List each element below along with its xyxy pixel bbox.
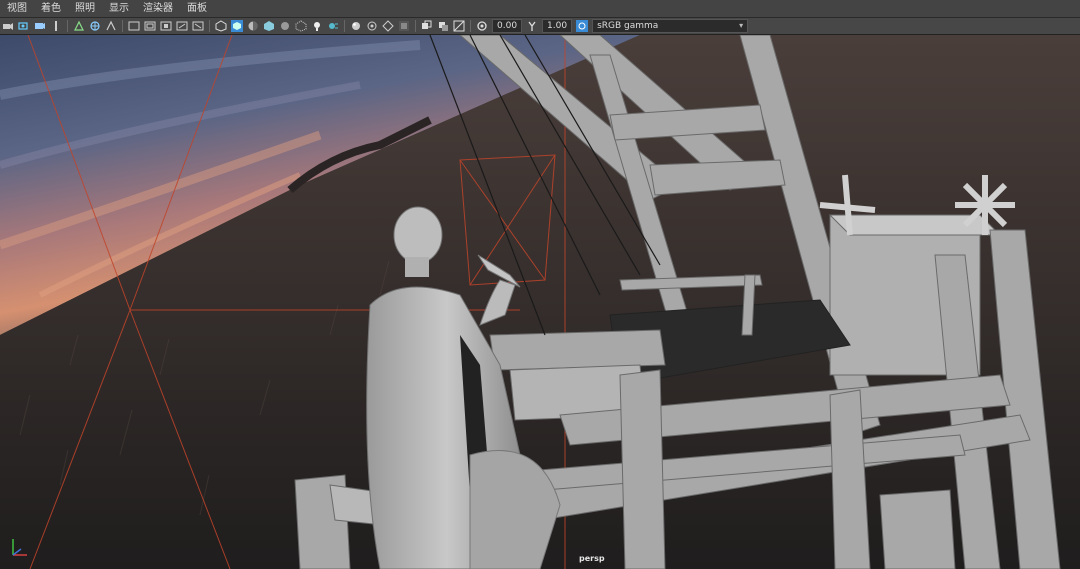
toolbar-separator [67, 20, 68, 32]
film-gate-icon[interactable] [89, 20, 101, 32]
gate-mask-icon[interactable] [128, 20, 140, 32]
menu-shading[interactable]: 着色 [34, 0, 68, 17]
resolution-gate-icon[interactable] [105, 20, 117, 32]
field-chart-icon[interactable] [144, 20, 156, 32]
toolbar-separator [415, 20, 416, 32]
exposure-icon[interactable] [476, 20, 488, 32]
layers-icon[interactable] [437, 20, 449, 32]
grid-icon[interactable] [73, 20, 85, 32]
scene-render [0, 35, 1080, 569]
exposure-field[interactable]: 0.00 [492, 19, 523, 33]
color-space-value: sRGB gamma [597, 21, 659, 31]
color-space-select[interactable]: sRGB gamma ▾ [592, 19, 749, 33]
panel-menu-bar: 视图 着色 照明 显示 渲染器 面板 [0, 0, 1080, 18]
camera-attr-icon[interactable] [18, 20, 30, 32]
copy-icon[interactable] [421, 20, 433, 32]
chevron-down-icon: ▾ [739, 21, 744, 30]
camera-name-label: persp [579, 554, 605, 563]
gamma-icon[interactable] [526, 20, 538, 32]
wireframe-icon[interactable] [215, 20, 227, 32]
menu-view[interactable]: 视图 [0, 0, 34, 17]
image-plane-icon[interactable] [50, 20, 62, 32]
color-management-icon[interactable] [576, 20, 589, 32]
axis-gizmo-icon [12, 539, 27, 556]
bookmark-icon[interactable] [34, 20, 46, 32]
panel-toolbar: 0.00 1.00 sRGB gamma ▾ [0, 18, 1080, 35]
depth-of-field-icon[interactable] [366, 20, 378, 32]
gamma-field[interactable]: 1.00 [542, 19, 573, 33]
camera-select-icon[interactable] [2, 20, 14, 32]
screen-space-ao-icon[interactable] [311, 20, 323, 32]
toolbar-separator [122, 20, 123, 32]
smooth-shade-icon[interactable] [231, 20, 243, 32]
toolbar-separator [209, 20, 210, 32]
safe-action-icon[interactable] [160, 20, 172, 32]
menu-show[interactable]: 显示 [102, 0, 136, 17]
xray-joints-icon[interactable] [192, 20, 204, 32]
shade-selected-icon[interactable] [247, 20, 259, 32]
maya-viewport-window: 视图 着色 照明 显示 渲染器 面板 0.00 1.00 sRGB gamma … [0, 0, 1080, 569]
toolbar-separator [344, 20, 345, 32]
lighting-icon[interactable] [279, 20, 291, 32]
toolbar-separator [470, 20, 471, 32]
menu-renderer[interactable]: 渲染器 [136, 0, 180, 17]
anti-alias-icon[interactable] [350, 20, 362, 32]
3d-viewport[interactable]: persp [0, 35, 1080, 569]
xray-icon[interactable] [398, 20, 410, 32]
safe-title-icon[interactable] [176, 20, 188, 32]
hud-icon[interactable] [453, 20, 465, 32]
isolate-select-icon[interactable] [382, 20, 394, 32]
menu-panels[interactable]: 面板 [180, 0, 214, 17]
motion-blur-icon[interactable] [327, 20, 339, 32]
menu-lighting[interactable]: 照明 [68, 0, 102, 17]
shadows-icon[interactable] [295, 20, 307, 32]
textured-icon[interactable] [263, 20, 275, 32]
